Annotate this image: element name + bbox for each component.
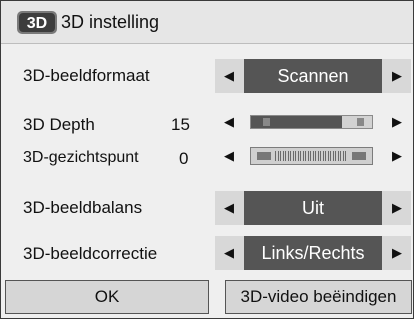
- tick-mark: [302, 151, 304, 161]
- tick-mark: [290, 151, 291, 161]
- tick-mark: [342, 151, 344, 161]
- left-arrow-icon[interactable]: ◀: [215, 59, 243, 93]
- right-arrow-icon[interactable]: ▶: [383, 141, 411, 171]
- row-label-balance: 3D-beeldbalans: [23, 198, 143, 217]
- row-label-image-format: 3D-beeldformaat: [23, 66, 150, 85]
- depth-value: 15: [171, 115, 190, 134]
- tick-mark: [325, 151, 326, 161]
- tick-mark: [275, 151, 276, 161]
- tick-mark: [327, 151, 329, 161]
- depth-slider[interactable]: ◀ ▶: [215, 107, 411, 137]
- tick-mark: [282, 151, 284, 161]
- tick-mark: [310, 151, 311, 161]
- tick-mark: [340, 151, 341, 161]
- left-arrow-icon[interactable]: ◀: [215, 191, 243, 225]
- viewpoint-value: 0: [179, 149, 189, 168]
- tick-mark: [297, 151, 299, 161]
- viewpoint-slider-track[interactable]: [250, 147, 373, 165]
- viewpoint-left-pointer-icon: [257, 152, 271, 160]
- settings-dialog: 3D 3D instelling 3D-beeldformaat ◀ Scann…: [0, 0, 414, 319]
- left-arrow-icon[interactable]: ◀: [215, 236, 243, 270]
- image-format-selector[interactable]: ◀ Scannen ▶: [215, 59, 411, 93]
- image-format-value: Scannen: [244, 59, 382, 93]
- tick-mark: [317, 151, 319, 161]
- ok-button[interactable]: OK: [5, 280, 209, 314]
- right-arrow-icon[interactable]: ▶: [383, 236, 411, 270]
- right-arrow-icon[interactable]: ▶: [383, 107, 411, 137]
- left-arrow-icon[interactable]: ◀: [215, 107, 243, 137]
- svg-text:3D: 3D: [27, 15, 47, 32]
- row-label-viewpoint: 3D-gezichtspunt: [23, 149, 139, 166]
- dialog-title-bar: 3D 3D instelling: [1, 1, 413, 44]
- 3d-logo-icon: 3D: [17, 11, 57, 34]
- tick-mark: [322, 151, 324, 161]
- viewpoint-slider[interactable]: ◀ ▶: [215, 141, 411, 171]
- slider-marker-icon: [263, 118, 270, 126]
- correction-value: Links/Rechts: [244, 236, 382, 270]
- row-label-correction: 3D-beeldcorrectie: [23, 244, 158, 263]
- tick-mark: [277, 151, 279, 161]
- end-3d-video-button[interactable]: 3D-video beëindigen: [225, 280, 412, 314]
- slider-marker-icon: [357, 118, 364, 126]
- tick-mark: [285, 151, 286, 161]
- tick-mark: [337, 151, 339, 161]
- tick-mark: [307, 151, 309, 161]
- balance-selector[interactable]: ◀ Uit ▶: [215, 191, 411, 225]
- tick-mark: [292, 151, 294, 161]
- tick-mark: [320, 151, 321, 161]
- tick-mark: [330, 151, 331, 161]
- tick-mark: [300, 151, 301, 161]
- dialog-title: 3D instelling: [61, 12, 160, 32]
- tick-mark: [280, 151, 281, 161]
- left-arrow-icon[interactable]: ◀: [215, 141, 243, 171]
- tick-mark: [312, 151, 314, 161]
- tick-mark: [287, 151, 289, 161]
- viewpoint-right-pointer-icon: [352, 152, 366, 160]
- tick-mark: [295, 151, 296, 161]
- tick-mark: [345, 151, 346, 161]
- tick-mark: [315, 151, 316, 161]
- tick-mark: [332, 151, 334, 161]
- depth-slider-track[interactable]: [250, 115, 373, 129]
- row-label-depth: 3D Depth: [23, 115, 95, 134]
- right-arrow-icon[interactable]: ▶: [383, 59, 411, 93]
- tick-mark: [305, 151, 306, 161]
- right-arrow-icon[interactable]: ▶: [383, 191, 411, 225]
- balance-value: Uit: [244, 191, 382, 225]
- correction-selector[interactable]: ◀ Links/Rechts ▶: [215, 236, 411, 270]
- tick-mark: [335, 151, 336, 161]
